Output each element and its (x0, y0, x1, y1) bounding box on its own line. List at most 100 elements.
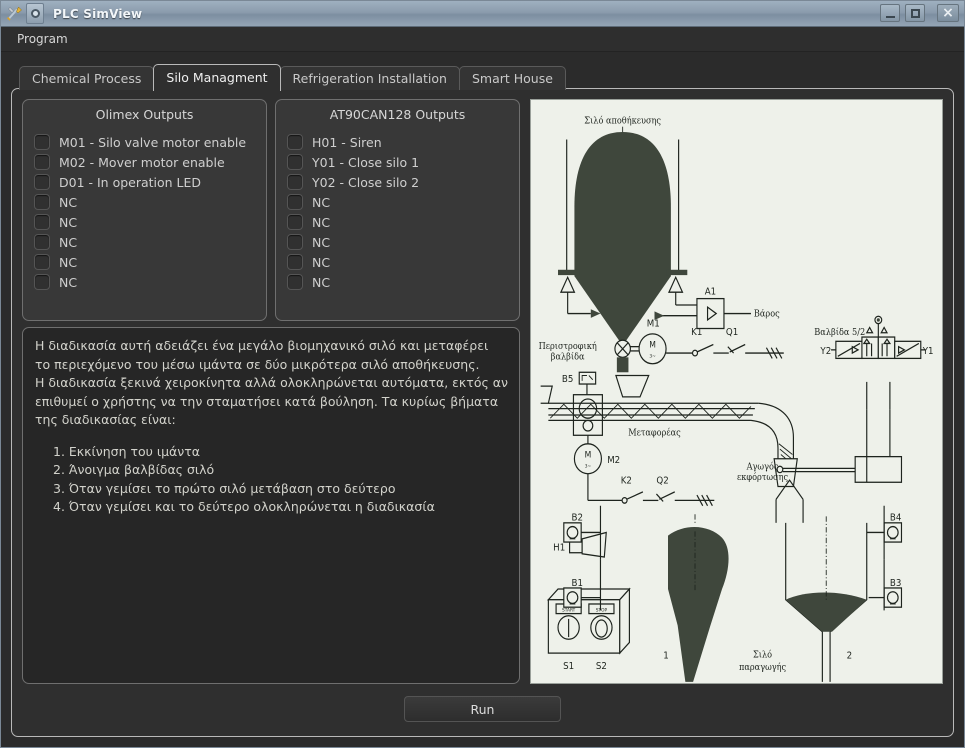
tab-panel-silo-managment: Olimex Outputs M01 - Silo valve motor en… (11, 88, 954, 737)
siren-horn (581, 531, 607, 558)
tab-refrigeration-installation[interactable]: Refrigeration Installation (279, 66, 460, 90)
b5-label: B5 (562, 375, 574, 385)
checkbox-at90can128-2[interactable] (287, 174, 303, 190)
silo-process-schematic: .ln { stroke:#1e241e; stroke-width:1.2; … (539, 115, 934, 682)
checkbox-label: D01 - In operation LED (59, 174, 202, 190)
output-groups: Olimex Outputs M01 - Silo valve motor en… (22, 99, 520, 321)
checkbox-label: NC (59, 234, 78, 250)
list-item[interactable]: NC (34, 252, 266, 272)
checkbox-label: NC (312, 194, 331, 210)
list-item[interactable]: H01 - Siren (287, 132, 519, 152)
group-at90can128-outputs: AT90CAN128 Outputs H01 - Siren Y01 - Clo… (275, 99, 520, 321)
storage-silo-group: Σιλό αποθήκευσης (558, 115, 697, 346)
checkbox-at90can128-5[interactable] (287, 234, 303, 250)
motor-m1-phase: 3~ (649, 353, 656, 359)
rotary-valve-label-line2: βαλβίδα (551, 351, 585, 363)
s2-label: S2 (596, 662, 607, 672)
k1-label: K1 (691, 328, 702, 338)
maximize-icon (910, 8, 920, 18)
h1-label: H1 (553, 543, 565, 553)
window-controls: × (880, 4, 959, 22)
maximize-button[interactable] (905, 4, 925, 22)
list-item[interactable]: NC (287, 252, 519, 272)
valve-52-label: Βαλβίδα 5/2 (814, 327, 865, 339)
tab-strip: Chemical Process Silo Managment Refriger… (19, 64, 954, 91)
production-silo-label-line2: παραγωγής (739, 662, 786, 674)
left-column: Olimex Outputs M01 - Silo valve motor en… (22, 99, 520, 684)
tab-silo-managment[interactable]: Silo Managment (153, 64, 281, 91)
list-item[interactable]: NC (287, 192, 519, 212)
m1-label: M1 (647, 319, 660, 329)
app-body: Chemical Process Silo Managment Refriger… (1, 52, 964, 747)
group-title: Olimex Outputs (95, 107, 194, 122)
footer-bar: Run (22, 692, 943, 726)
list-item[interactable]: Y01 - Close silo 1 (287, 152, 519, 172)
checkbox-label: H01 - Siren (312, 134, 382, 150)
group-title: AT90CAN128 Outputs (329, 107, 466, 122)
checkbox-olimex-5[interactable] (34, 234, 50, 250)
silo-1-number: 1 (663, 651, 669, 661)
list-item[interactable]: NC (287, 272, 519, 292)
run-button[interactable]: Run (404, 696, 561, 722)
inlet-hopper (615, 374, 650, 398)
window-menu-icon[interactable] (26, 3, 44, 24)
checkbox-at90can128-4[interactable] (287, 214, 303, 230)
minimize-button[interactable] (880, 4, 900, 22)
silo-2-number: 2 (847, 651, 853, 661)
list-item[interactable]: NC (287, 212, 519, 232)
list-item[interactable]: D01 - In operation LED (34, 172, 266, 192)
checkbox-at90can128-6[interactable] (287, 254, 303, 270)
production-silo-2-group: 2 Σιλό παραγωγής B4 B3 (739, 505, 903, 682)
window-title: PLC SimView (53, 6, 143, 21)
checkbox-label: NC (59, 194, 78, 210)
step-item: 1. Εκκίνηση του ιμάντα (53, 443, 201, 459)
conveyor-label: Μεταφορέας (628, 427, 681, 439)
checkbox-olimex-2[interactable] (34, 174, 50, 190)
silo-2-contents (785, 592, 867, 632)
checkbox-label: Y02 - Close silo 2 (312, 174, 420, 190)
menu-item-program[interactable]: Program (11, 30, 74, 48)
list-item[interactable]: M01 - Silo valve motor enable (34, 132, 266, 152)
list-item[interactable]: NC (34, 212, 266, 232)
description-line: Η διαδικασία ξεκινά χειροκίνητα αλλά ολο… (35, 375, 509, 390)
q1-label: Q1 (726, 328, 738, 338)
checkbox-olimex-7[interactable] (34, 274, 50, 290)
checkbox-at90can128-3[interactable] (287, 194, 303, 210)
process-description: Η διαδικασία αυτή αδειάζει ένα μεγάλο βι… (22, 327, 520, 684)
list-item[interactable]: NC (34, 232, 266, 252)
list-item[interactable]: NC (287, 232, 519, 252)
a1-block (696, 297, 725, 330)
tab-smart-house[interactable]: Smart House (458, 66, 566, 90)
weight-label: Βάρος (754, 308, 780, 320)
list-item[interactable]: Y02 - Close silo 2 (287, 172, 519, 192)
close-button[interactable]: × (937, 4, 959, 22)
close-icon: × (942, 5, 954, 21)
checkbox-olimex-6[interactable] (34, 254, 50, 270)
list-item[interactable]: NC (34, 192, 266, 212)
checkbox-label: NC (59, 274, 78, 290)
a1-label: A1 (705, 287, 716, 297)
step-item: 2. Άνοιγμα βαλβίδας σιλό (53, 462, 215, 477)
motor-m2-phase: 3~ (585, 463, 592, 469)
checkbox-olimex-1[interactable] (34, 154, 50, 170)
list-item[interactable]: NC (34, 272, 266, 292)
k2-label: K2 (621, 476, 632, 486)
title-bar: PLC SimView × (1, 1, 964, 27)
checkbox-olimex-3[interactable] (34, 194, 50, 210)
motor-m2-group: M 3~ M2 K2 Q2 (573, 435, 715, 507)
discharge-label-line1: Αγωγός (746, 461, 779, 473)
process-steps: 1. Εκκίνηση του ιμάντα 2. Άνοιγμα βαλβίδ… (35, 443, 507, 517)
list-item[interactable]: M02 - Mover motor enable (34, 152, 266, 172)
checkbox-olimex-4[interactable] (34, 214, 50, 230)
tools-icon (5, 5, 23, 23)
checkbox-olimex-0[interactable] (34, 134, 50, 150)
checkbox-at90can128-1[interactable] (287, 154, 303, 170)
description-line: επιθυμεί ο χρήστης να την σταματήσει κατ… (35, 393, 499, 409)
checkbox-at90can128-7[interactable] (287, 274, 303, 290)
checkbox-at90can128-0[interactable] (287, 134, 303, 150)
m2-label: M2 (607, 456, 620, 466)
tab-chemical-process[interactable]: Chemical Process (19, 66, 155, 90)
menu-bar: Program (1, 27, 964, 52)
control-box-group: START STOP S1 S2 (546, 587, 631, 672)
motor-m2-letter: M (585, 449, 592, 459)
